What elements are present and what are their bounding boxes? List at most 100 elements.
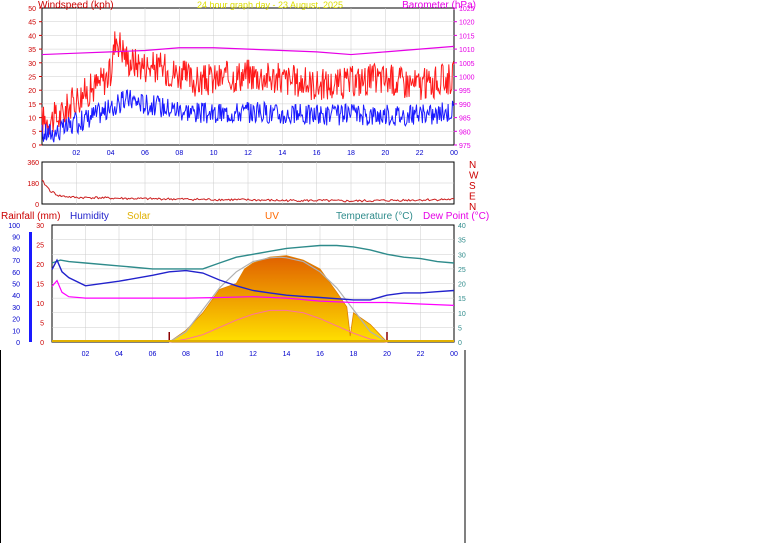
- humidity-tick-label: 60: [12, 270, 20, 277]
- humidity-tick-label: 80: [12, 246, 20, 253]
- wind-x-tick-label: 22: [416, 150, 424, 157]
- direction-tick-label: 0: [35, 202, 39, 209]
- dew-point-label: Dew Point (°C): [423, 211, 489, 222]
- climate-x-tick-label: 16: [316, 351, 324, 358]
- compass-tick-label: W: [469, 171, 479, 182]
- humidity-tick-label: 100: [8, 223, 20, 230]
- humidity-ticks: 0 10 20 30 40 50 60 70 80 90 100: [8, 223, 20, 347]
- wind-tick-label: 35: [28, 47, 36, 54]
- climate-x-ticks: 02 04 06 08 10 12 14 16 18 20 22 00: [82, 351, 458, 358]
- wind-tick-label: 5: [32, 129, 36, 136]
- solar-label: Solar: [127, 211, 151, 222]
- wind-tick-label: 40: [28, 33, 36, 40]
- climate-x-tick-label: 14: [283, 351, 291, 358]
- barometer-tick-label: 990: [459, 102, 471, 109]
- humidity-tick-label: 50: [12, 282, 20, 289]
- humidity-tick-label: 70: [12, 258, 20, 265]
- rainfall-tick-label: 10: [36, 301, 44, 308]
- rainfall-bar: [29, 232, 32, 342]
- rainfall-tick-label: 25: [36, 243, 44, 250]
- wind-tick-label: 30: [28, 61, 36, 68]
- barometer-tick-label: 975: [459, 143, 471, 150]
- wind-tick-label: 0: [32, 143, 36, 150]
- climate-x-tick-label: 18: [350, 351, 358, 358]
- wind-tick-label: 20: [28, 88, 36, 95]
- temperature-tick-label: 0: [458, 340, 462, 347]
- wind-x-tick-label: 16: [313, 150, 321, 157]
- rainfall-tick-label: 20: [36, 262, 44, 269]
- climate-x-tick-label: 08: [182, 351, 190, 358]
- compass-tick-label: S: [469, 181, 476, 192]
- windspeed-axis-label: Windspeed (kph): [38, 0, 114, 11]
- climate-panel: 0 10 20 30 40 50 60 70 80 90 100 0 5 10 15 20 25 30 0 5 10…: [1, 211, 489, 358]
- direction-degree-ticks: 360 180 0: [27, 160, 39, 209]
- wind-speed-ticks: 0 5 10 15 20 25 30 35 40 45 50: [28, 6, 42, 150]
- direction-panel: 3601800 NWSEN: [27, 160, 479, 213]
- rainfall-label: Rainfall (mm): [1, 211, 60, 222]
- wind-tick-label: 10: [28, 116, 36, 123]
- temperature-label: Temperature (°C): [336, 211, 413, 222]
- temperature-ticks: 0 5 10 15 20 25 30 35 40: [458, 223, 466, 347]
- barometer-tick-label: 1010: [459, 47, 475, 54]
- wind-x-tick-label: 18: [347, 150, 355, 157]
- wind-tick-label: 45: [28, 20, 36, 27]
- wind-x-tick-label: 12: [244, 150, 252, 157]
- wind-x-tick-label: 08: [175, 150, 183, 157]
- barometer-tick-label: 980: [459, 129, 471, 136]
- barometer-axis-label: Barometer (hPa): [402, 0, 476, 11]
- temperature-tick-label: 25: [458, 267, 466, 274]
- humidity-tick-label: 90: [12, 235, 20, 242]
- climate-x-tick-label: 22: [417, 351, 425, 358]
- weather-graphs: 05101520253035404550 9759809859909951000…: [0, 0, 489, 543]
- humidity-tick-label: 40: [12, 293, 20, 300]
- humidity-tick-label: 30: [12, 305, 20, 312]
- climate-x-tick-label: 00: [450, 351, 458, 358]
- rainfall-tick-label: 30: [36, 223, 44, 230]
- humidity-tick-label: 20: [12, 317, 20, 324]
- rainfall-tick-label: 5: [40, 321, 44, 328]
- climate-x-tick-label: 20: [383, 351, 391, 358]
- chart-title: 24 hour graph day - 23 August, 2025: [197, 0, 343, 10]
- temperature-tick-label: 40: [458, 223, 466, 230]
- wind-x-tick-label: 14: [278, 150, 286, 157]
- temperature-tick-label: 15: [458, 296, 466, 303]
- temperature-tick-label: 10: [458, 311, 466, 318]
- climate-x-tick-label: 10: [216, 351, 224, 358]
- wind-tick-label: 25: [28, 75, 36, 82]
- humidity-tick-label: 10: [12, 328, 20, 335]
- barometer-tick-label: 995: [459, 88, 471, 95]
- temperature-tick-label: 5: [458, 325, 462, 332]
- rainfall-ticks: 0 5 10 15 20 25 30: [36, 223, 44, 347]
- wind-x-tick-label: 20: [381, 150, 389, 157]
- compass-tick-label: N: [469, 160, 476, 171]
- direction-tick-label: 360: [27, 160, 39, 167]
- wind-x-tick-label: 00: [450, 150, 458, 157]
- wind-x-tick-label: 10: [210, 150, 218, 157]
- climate-x-tick-label: 02: [82, 351, 90, 358]
- barometer-tick-label: 1020: [459, 20, 475, 27]
- direction-compass-ticks: NWSEN: [469, 160, 479, 213]
- barometer-tick-label: 1005: [459, 61, 475, 68]
- wind-x-tick-label: 02: [72, 150, 80, 157]
- humidity-label: Humidity: [70, 211, 109, 222]
- humidity-tick-label: 0: [16, 340, 20, 347]
- compass-tick-label: E: [469, 192, 476, 203]
- temperature-tick-label: 20: [458, 282, 466, 289]
- barometer-ticks: 975980985990995100010051010101510201025: [454, 6, 475, 150]
- rainfall-tick-label: 15: [36, 282, 44, 289]
- wind-barometer-panel: 05101520253035404550 9759809859909951000…: [28, 0, 476, 157]
- rainfall-tick-label: 0: [40, 340, 44, 347]
- wind-x-ticks: 02 04 06 08 10 12 14 16 18 20 22 00: [72, 150, 458, 157]
- climate-x-tick-label: 12: [249, 351, 257, 358]
- direction-tick-label: 180: [27, 181, 39, 188]
- wind-tick-label: 15: [28, 102, 36, 109]
- temperature-tick-label: 35: [458, 238, 466, 245]
- climate-x-tick-label: 04: [115, 351, 123, 358]
- wind-x-tick-label: 06: [141, 150, 149, 157]
- wind-x-tick-label: 04: [107, 150, 115, 157]
- wind-tick-label: 50: [28, 6, 36, 13]
- barometer-tick-label: 985: [459, 116, 471, 123]
- temperature-tick-label: 30: [458, 252, 466, 259]
- barometer-tick-label: 1000: [459, 75, 475, 82]
- climate-x-tick-label: 06: [149, 351, 157, 358]
